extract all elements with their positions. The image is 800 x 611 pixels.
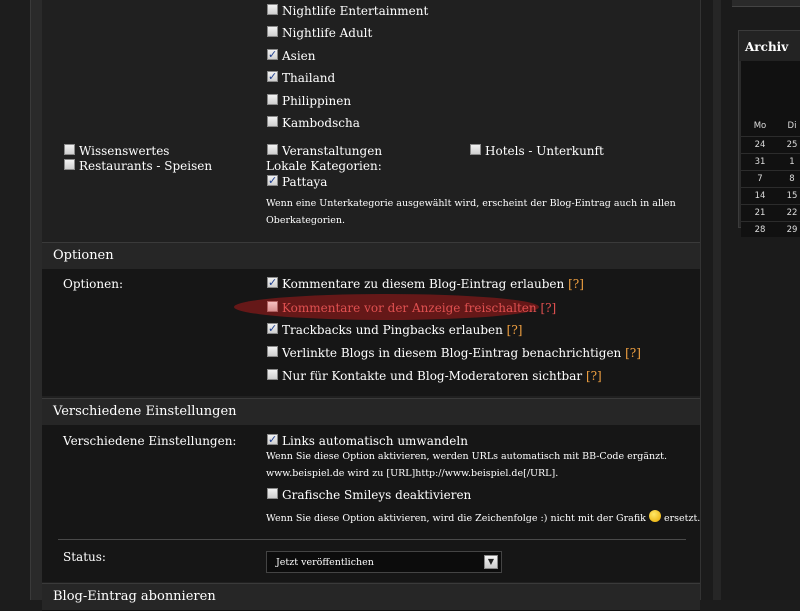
smiley-icon — [648, 510, 661, 522]
section-header-optionen: Optionen — [42, 242, 700, 270]
help-link[interactable]: [?] — [540, 301, 556, 315]
auto-links-hint: www.beispiel.de wird zu [URL]http://www.… — [266, 468, 559, 479]
calendar-weekday: Mo — [753, 121, 767, 131]
notify-linked-blogs-checkbox[interactable] — [267, 346, 278, 357]
disable-smileys-label: Grafische Smileys deaktivieren — [282, 488, 472, 502]
option-label: Nur für Kontakte und Blog-Moderatoren si… — [282, 369, 583, 383]
auto-links-checkbox[interactable]: ✓ — [267, 434, 278, 445]
option-label: Trackbacks und Pingbacks erlauben — [282, 323, 503, 337]
archive-title: Archiv — [745, 40, 789, 54]
option-label: Kommentare zu diesem Blog-Eintrag erlaub… — [282, 277, 565, 291]
calendar-day[interactable]: 29 — [779, 225, 800, 235]
status-select[interactable]: Jetzt veröffentlichen ▼ — [266, 551, 502, 573]
category-checkbox[interactable] — [267, 116, 278, 127]
trackbacks-checkbox[interactable]: ✓ — [267, 323, 278, 334]
contacts-only-checkbox[interactable] — [267, 369, 278, 380]
options-row-label: Optionen: — [63, 277, 124, 291]
category-label: Restaurants - Speisen — [79, 159, 213, 173]
calendar-day[interactable]: 31 — [747, 157, 773, 167]
category-checkbox[interactable] — [267, 94, 278, 105]
section-header-abonnieren: Blog-Eintrag abonnieren — [42, 583, 700, 611]
section-title: Blog-Eintrag abonnieren — [53, 589, 216, 604]
status-select-value: Jetzt veröffentlichen — [276, 557, 374, 568]
category-hint: Oberkategorien. — [266, 215, 346, 226]
local-categories-heading: Lokale Kategorien: — [266, 159, 382, 173]
category-label: Asien — [282, 49, 316, 63]
category-label: Wissenswertes — [79, 144, 170, 158]
category-label: Veranstaltungen — [282, 144, 383, 158]
middle-gutter — [700, 0, 733, 600]
help-link[interactable]: [?] — [507, 323, 523, 337]
archive-calendar: Mo Di 24 25 31 1 7 8 14 15 21 22 28 29 — [741, 61, 800, 237]
category-label: Nightlife Entertainment — [282, 4, 429, 18]
category-label: Pattaya — [282, 175, 328, 189]
status-label: Status: — [63, 550, 106, 564]
auto-links-hint: Wenn Sie diese Option aktivieren, werden… — [266, 451, 668, 462]
option-label: Verlinkte Blogs in diesem Blog-Eintrag b… — [282, 346, 622, 360]
calendar-day[interactable]: 28 — [747, 225, 773, 235]
calendar-day[interactable]: 22 — [779, 208, 800, 218]
chevron-down-icon[interactable]: ▼ — [484, 555, 498, 569]
category-checkbox[interactable] — [267, 4, 278, 15]
category-checkbox-restaurants[interactable] — [64, 159, 75, 170]
section-title: Verschiedene Einstellungen — [53, 404, 237, 419]
calendar-day[interactable]: 24 — [747, 140, 773, 150]
category-checkbox-wissenswertes[interactable] — [64, 144, 75, 155]
category-checkbox-pattaya[interactable]: ✓ — [267, 175, 278, 186]
calendar-day[interactable]: 25 — [779, 140, 800, 150]
category-label: Philippinen — [282, 94, 352, 108]
category-label: Hotels - Unterkunft — [485, 144, 604, 158]
category-checkbox[interactable] — [267, 26, 278, 37]
section-header-verschiedene: Verschiedene Einstellungen — [42, 398, 700, 426]
allow-comments-checkbox[interactable]: ✓ — [267, 277, 278, 288]
calendar-weekday: Di — [787, 121, 797, 131]
calendar-day[interactable]: 1 — [779, 157, 800, 167]
calendar-day[interactable]: 7 — [747, 174, 773, 184]
help-link[interactable]: [?] — [625, 346, 641, 360]
disable-smileys-checkbox[interactable] — [267, 488, 278, 499]
calendar-day[interactable]: 15 — [779, 191, 800, 201]
calendar-day[interactable]: 8 — [779, 174, 800, 184]
category-hint: Wenn eine Unterkategorie ausgewählt wird… — [266, 198, 676, 209]
category-checkbox-veranstaltungen[interactable] — [267, 144, 278, 155]
divider — [58, 539, 686, 540]
smileys-hint: Wenn Sie diese Option aktivieren, wird d… — [266, 513, 646, 524]
category-checkbox-checked[interactable]: ✓ — [267, 71, 278, 82]
moderate-comments-checkbox[interactable] — [267, 301, 278, 312]
option-label: Kommentare vor der Anzeige freischalten — [282, 301, 537, 315]
category-checkbox-hotels[interactable] — [470, 144, 481, 155]
section-title: Optionen — [53, 248, 114, 263]
help-link[interactable]: [?] — [586, 369, 602, 383]
category-label: Nightlife Adult — [282, 26, 373, 40]
help-link[interactable]: [?] — [568, 277, 584, 291]
calendar-day[interactable]: 21 — [747, 208, 773, 218]
misc-row-label: Verschiedene Einstellungen: — [63, 434, 237, 448]
category-label: Thailand — [282, 71, 336, 85]
smileys-hint: ersetzt. — [664, 513, 701, 524]
sidebar-top-widget — [732, 0, 800, 7]
category-label: Kambodscha — [282, 116, 360, 130]
archive-widget: Archiv Mo Di 24 25 31 1 7 8 14 15 21 22 … — [738, 30, 800, 237]
category-checkbox-checked[interactable]: ✓ — [267, 49, 278, 60]
auto-links-label: Links automatisch umwandeln — [282, 434, 468, 448]
calendar-day[interactable]: 14 — [747, 191, 773, 201]
